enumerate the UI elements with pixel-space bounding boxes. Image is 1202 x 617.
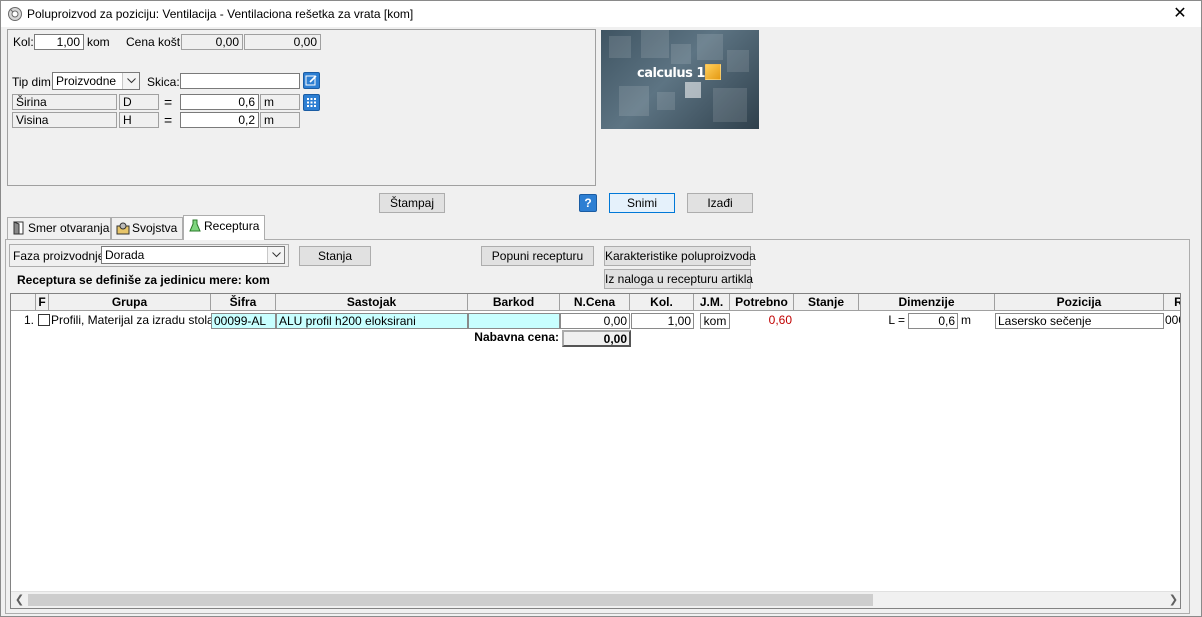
tab-receptura[interactable]: Receptura: [183, 215, 265, 240]
cell-sastojak[interactable]: ALU profil h200 eloksirani: [276, 313, 468, 329]
kol-label: Kol:: [13, 35, 34, 49]
cena-value-2: 0,00: [244, 34, 321, 50]
dim-code-d: D: [119, 94, 159, 110]
faza-label: Faza proizvodnje:: [13, 249, 108, 263]
snimi-button[interactable]: Snimi: [609, 193, 675, 213]
window-title: Poluproizvod za poziciju: Ventilacija - …: [27, 7, 414, 21]
dim-name-sirina: Širina: [12, 94, 117, 110]
unit-info-text: Receptura se definiše za jedinicu mere: …: [17, 273, 270, 287]
tipdim-label: Tip dim:: [12, 75, 55, 89]
dim-eq-2: =: [164, 112, 173, 128]
popuni-recepturu-button[interactable]: Popuni recepturu: [481, 246, 594, 266]
cell-potrebno: 0,60: [768, 313, 792, 327]
tab-label: Smer otvaranja: [28, 221, 110, 235]
tab-label: Receptura: [204, 219, 260, 233]
total-label: Nabavna cena:: [474, 330, 559, 344]
stanja-button[interactable]: Stanja: [299, 246, 371, 266]
row-number: 1.: [23, 313, 34, 327]
close-icon[interactable]: ✕: [1165, 3, 1195, 25]
tipdim-select[interactable]: Proizvodne: [52, 72, 140, 90]
kol-input[interactable]: 1,00: [34, 34, 84, 50]
cell-kol[interactable]: 1,00: [631, 313, 694, 329]
col-grupa[interactable]: Grupa: [49, 294, 211, 311]
chevron-down-icon: [267, 247, 284, 263]
cell-ncena[interactable]: 0,00: [560, 313, 630, 329]
dim-unit-sirina: m: [260, 94, 300, 110]
col-stanje[interactable]: Stanje: [794, 294, 859, 311]
tab-svojstva[interactable]: Svojstva: [111, 217, 183, 239]
cell-r: 000: [1165, 313, 1180, 327]
help-icon[interactable]: ?: [579, 194, 597, 212]
skica-input[interactable]: [180, 73, 300, 89]
horizontal-scrollbar[interactable]: ❮ ❯: [11, 591, 1180, 608]
tab-label: Svojstva: [132, 221, 178, 235]
col-pozicija[interactable]: Pozicija: [995, 294, 1164, 311]
scroll-thumb[interactable]: [28, 594, 873, 606]
dim-value-sirina[interactable]: 0,6: [180, 94, 259, 110]
flask-icon: [189, 219, 201, 232]
kol-unit: kom: [87, 35, 110, 49]
row-checkbox[interactable]: [38, 314, 50, 326]
cell-dim-label: L =: [888, 313, 905, 327]
cell-sifra[interactable]: 00099-AL: [211, 313, 276, 329]
iz-naloga-button[interactable]: Iz naloga u recepturu artikla: [604, 269, 753, 289]
stampaj-button[interactable]: Štampaj: [379, 193, 445, 213]
col-potrebno[interactable]: Potrebno: [730, 294, 794, 311]
col-sastojak[interactable]: Sastojak: [276, 294, 468, 311]
properties-icon: [116, 222, 130, 235]
col-f[interactable]: F: [36, 294, 49, 311]
dim-eq-1: =: [164, 94, 173, 110]
scroll-left-icon[interactable]: ❮: [11, 592, 28, 608]
logo-square: [705, 64, 721, 80]
dim-value-visina[interactable]: 0,2: [180, 112, 259, 128]
col-jm[interactable]: J.M.: [694, 294, 730, 311]
calculator-icon[interactable]: [303, 94, 320, 111]
col-ncena[interactable]: N.Cena: [560, 294, 630, 311]
title-bar: Poluproizvod za poziciju: Ventilacija - …: [1, 1, 1201, 27]
col-sifra[interactable]: Šifra: [211, 294, 276, 311]
calculus-logo: calculus 12: [601, 30, 759, 129]
dialog-window: Poluproizvod za poziciju: Ventilacija - …: [0, 0, 1202, 617]
col-rownum: [11, 294, 36, 311]
cena-label: Cena košt:: [126, 35, 184, 49]
edit-sketch-icon[interactable]: [303, 72, 320, 89]
skica-label: Skica:: [147, 75, 180, 89]
faza-value: Dorada: [105, 248, 145, 262]
izadji-button[interactable]: Izađi: [687, 193, 753, 213]
tipdim-value: Proizvodne: [56, 74, 117, 88]
cell-grupa[interactable]: Profili, Materijal za izradu stolarije: [50, 313, 211, 329]
cena-value-1: 0,00: [181, 34, 243, 50]
cell-pozicija[interactable]: Lasersko sečenje: [995, 313, 1164, 329]
col-barkod[interactable]: Barkod: [468, 294, 560, 311]
col-dimenzije[interactable]: Dimenzije: [859, 294, 995, 311]
dim-name-visina: Visina: [12, 112, 117, 128]
grid-header: F Grupa Šifra Sastojak Barkod N.Cena Kol…: [11, 294, 1180, 311]
scroll-right-icon[interactable]: ❯: [1165, 592, 1180, 608]
col-r[interactable]: R: [1164, 294, 1180, 311]
logo-text: calculus 12: [637, 66, 714, 81]
door-icon: [13, 221, 24, 235]
cell-barkod[interactable]: [468, 313, 560, 329]
chevron-down-icon: [122, 73, 139, 89]
cell-stanje: [794, 313, 859, 329]
tab-smer-otvaranja[interactable]: Smer otvaranja: [7, 217, 111, 239]
total-value: 0,00: [562, 330, 631, 347]
dim-code-h: H: [119, 112, 159, 128]
app-icon: [8, 7, 22, 21]
karakteristike-button[interactable]: Karakteristike poluproizvoda: [604, 246, 756, 266]
cell-dim-unit: m: [961, 313, 971, 327]
recipe-grid: F Grupa Šifra Sastojak Barkod N.Cena Kol…: [10, 293, 1181, 609]
cell-jm[interactable]: kom: [700, 313, 730, 329]
dim-unit-visina: m: [260, 112, 300, 128]
col-kol[interactable]: Kol.: [630, 294, 694, 311]
cell-dim-value[interactable]: 0,6: [908, 313, 958, 329]
faza-select[interactable]: Dorada: [101, 246, 285, 264]
